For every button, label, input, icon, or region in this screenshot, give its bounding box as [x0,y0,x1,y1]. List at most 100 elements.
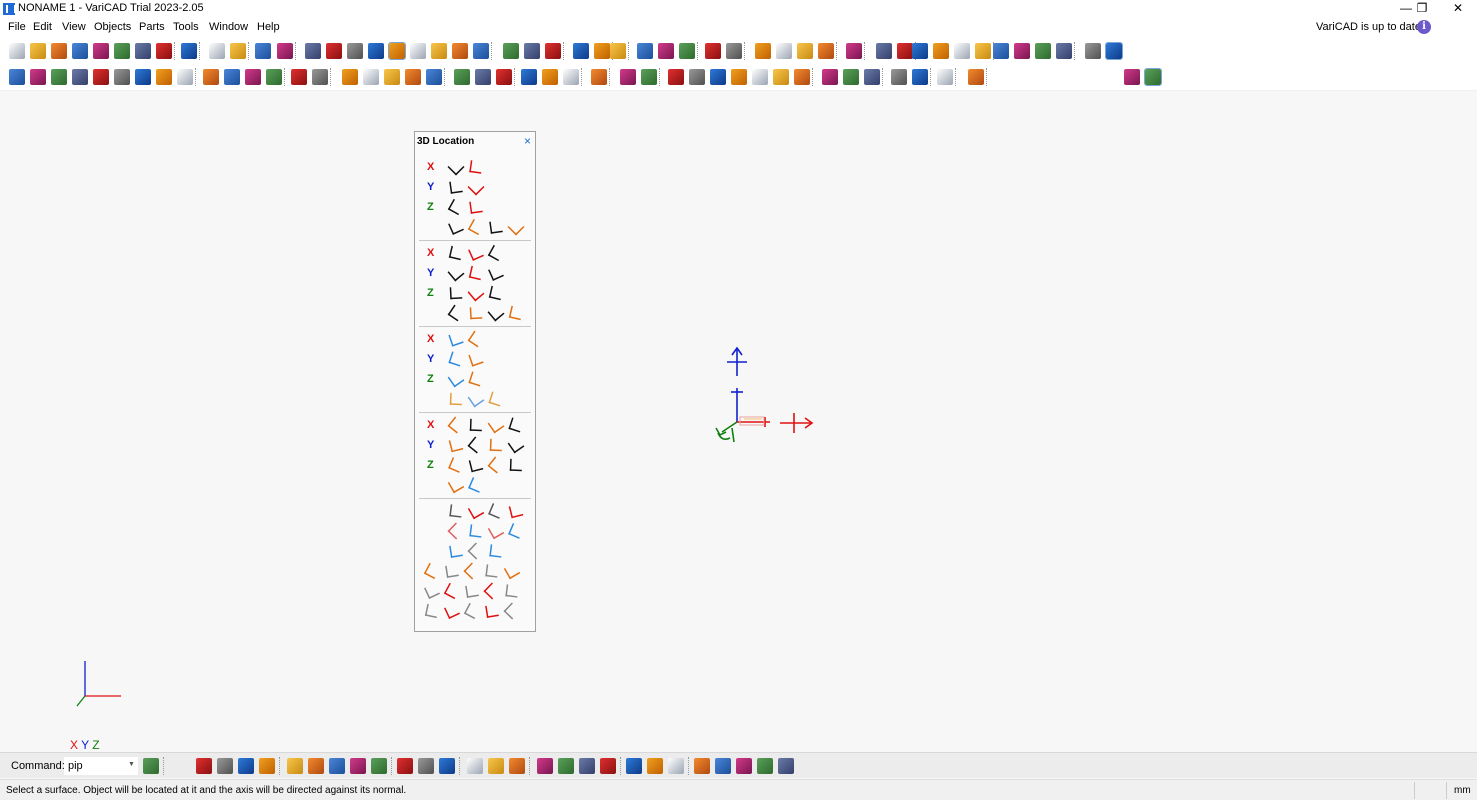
panel-location-tool-icon[interactable] [487,304,505,322]
close-window-button[interactable]: ✕ [1440,0,1476,18]
toolbar-tool-icon[interactable] [579,758,595,774]
toolbar-tool-icon[interactable] [405,69,421,85]
toolbar-tool-icon[interactable] [524,43,540,59]
gizmo-y-axis-arrow[interactable] [715,421,738,443]
panel-location-tool-icon[interactable] [443,582,461,600]
menu-parts[interactable]: Parts [139,21,165,33]
menu-window[interactable]: Window [209,21,248,33]
panel-location-tool-icon[interactable] [485,564,499,578]
toolbar-tool-icon[interactable] [755,43,771,59]
toolbar-tool-icon[interactable] [135,69,151,85]
toolbar-tool-icon[interactable] [773,69,789,85]
toolbar-tool-icon[interactable] [658,43,674,59]
toolbar-tool-icon[interactable] [705,43,721,59]
panel-location-tool-icon[interactable] [469,418,483,432]
panel-location-tool-icon[interactable] [469,200,483,214]
toolbar-tool-icon[interactable] [757,758,773,774]
toolbar-tool-icon[interactable] [641,69,657,85]
panel-location-tool-icon[interactable] [448,331,464,347]
toolbar-tool-icon[interactable] [72,69,88,85]
panel-close-icon[interactable]: × [524,134,531,148]
toolbar-tool-icon[interactable] [51,69,67,85]
toolbar-tool-icon[interactable] [1144,68,1162,86]
toolbar-tool-icon[interactable] [591,69,607,85]
toolbar-tool-icon[interactable] [388,42,406,60]
toolbar-tool-icon[interactable] [1035,43,1051,59]
panel-location-tool-icon[interactable] [509,458,523,472]
panel-location-tool-icon[interactable] [488,265,504,281]
toolbar-tool-icon[interactable] [715,758,731,774]
toolbar-tool-icon[interactable] [177,69,193,85]
toolbar-tool-icon[interactable] [694,758,710,774]
panel-location-tool-icon[interactable] [489,220,503,234]
toolbar-tool-icon[interactable] [143,758,159,774]
toolbar-tool-icon[interactable] [224,69,240,85]
toolbar-tool-icon[interactable] [114,69,130,85]
panel-location-tool-icon[interactable] [445,564,459,578]
toolbar-tool-icon[interactable] [954,43,970,59]
toolbar-tool-icon[interactable] [245,69,261,85]
location-gizmo[interactable] [715,346,814,443]
toolbar-tool-icon[interactable] [822,69,838,85]
toolbar-tool-icon[interactable] [594,43,610,59]
toolbar-tool-icon[interactable] [818,43,834,59]
toolbar-tool-icon[interactable] [454,69,470,85]
toolbar-tool-icon[interactable] [542,69,558,85]
toolbar-tool-icon[interactable] [431,43,447,59]
panel-location-tool-icon[interactable] [468,351,484,367]
panel-location-tool-icon[interactable] [489,438,503,452]
panel-location-tool-icon[interactable] [449,392,463,406]
toolbar-tool-icon[interactable] [363,69,379,85]
toolbar-tool-icon[interactable] [114,43,130,59]
toolbar-tool-icon[interactable] [418,758,434,774]
panel-location-tool-icon[interactable] [467,330,485,348]
toolbar-tool-icon[interactable] [426,69,442,85]
toolbar-tool-icon[interactable] [778,758,794,774]
panel-location-tool-icon[interactable] [469,524,483,538]
toolbar-tool-icon[interactable] [266,69,282,85]
toolbar-tool-icon[interactable] [410,43,426,59]
toolbar-tool-icon[interactable] [521,69,537,85]
panel-location-tool-icon[interactable] [449,544,463,558]
panel-location-tool-icon[interactable] [467,284,485,302]
panel-location-tool-icon[interactable] [447,158,465,176]
toolbar-tool-icon[interactable] [93,43,109,59]
panel-location-tool-icon[interactable] [467,502,485,520]
panel-location-tool-icon[interactable] [463,562,481,580]
toolbar-tool-icon[interactable] [752,69,768,85]
panel-location-tool-icon[interactable] [508,417,524,433]
toolbar-tool-icon[interactable] [342,69,358,85]
panel-location-tool-icon[interactable] [503,562,521,580]
panel-location-tool-icon[interactable] [467,178,485,196]
toolbar-tool-icon[interactable] [350,758,366,774]
panel-location-tool-icon[interactable] [468,265,484,281]
toolbar-tool-icon[interactable] [537,758,553,774]
panel-location-tool-icon[interactable] [468,457,484,473]
panel-location-tool-icon[interactable] [467,218,485,236]
panel-location-tool-icon[interactable] [448,351,464,367]
toolbar-tool-icon[interactable] [897,43,913,59]
panel-location-tool-icon[interactable] [467,436,485,454]
command-dropdown-icon[interactable]: ▼ [128,761,135,768]
panel-location-tool-icon[interactable] [468,245,484,261]
toolbar-tool-icon[interactable] [51,43,67,59]
panel-location-tool-icon[interactable] [424,583,440,599]
command-input[interactable] [64,757,138,775]
panel-location-tool-icon[interactable] [487,416,505,434]
toolbar-tool-icon[interactable] [689,69,705,85]
toolbar-tool-icon[interactable] [1105,42,1123,60]
toolbar-tool-icon[interactable] [876,43,892,59]
toolbar-tool-icon[interactable] [736,758,752,774]
toolbar-tool-icon[interactable] [30,43,46,59]
panel-location-tool-icon[interactable] [448,219,464,235]
panel-location-tool-icon[interactable] [468,477,484,493]
toolbar-tool-icon[interactable] [937,69,953,85]
toolbar-tool-icon[interactable] [259,758,275,774]
toolbar-tool-icon[interactable] [647,758,663,774]
toolbar-tool-icon[interactable] [277,43,293,59]
toolbar-tool-icon[interactable] [912,69,928,85]
toolbar-tool-icon[interactable] [1056,43,1072,59]
toolbar-tool-icon[interactable] [230,43,246,59]
menu-tools[interactable]: Tools [173,21,199,33]
toolbar-tool-icon[interactable] [637,43,653,59]
